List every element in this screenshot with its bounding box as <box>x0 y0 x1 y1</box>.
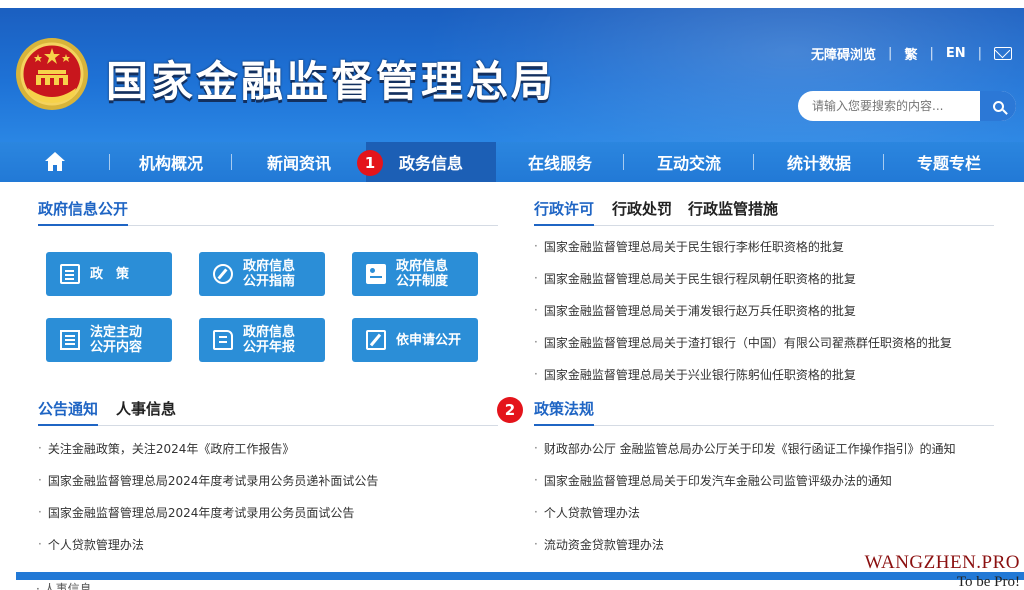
bottom-peek-text: · 人事信息 <box>36 582 92 590</box>
tab-announcements[interactable]: 公告通知 <box>38 398 99 426</box>
nav-item-label: 机构概况 <box>138 154 203 173</box>
book-icon <box>213 330 233 350</box>
tile-label: 法定主动 公开内容 <box>90 325 143 355</box>
list-item-text: 国家金融监督管理总局关于兴业银行陈躬仙任职资格的批复 <box>543 367 856 382</box>
tile-label: 政府信息 公开指南 <box>243 259 296 289</box>
list-item-text: 财政部办公厅 金融监管总局办公厅关于印发《银行函证工作操作指引》的通知 <box>543 441 956 456</box>
search-icon <box>992 100 1004 112</box>
nav-item-news[interactable]: 新闻资讯 <box>232 142 366 182</box>
home-icon <box>44 152 66 172</box>
list-item[interactable]: · 财政部办公厅 金融监管总局办公厅关于印发《银行函证工作操作指引》的通知 <box>534 432 994 464</box>
tile-label: 依申请公开 <box>396 332 462 348</box>
nav-item-institution[interactable]: 机构概况 <box>110 142 232 182</box>
tile-label: 政府信息 公开制度 <box>396 259 449 289</box>
tile-disclosure-system[interactable]: 政府信息 公开制度 <box>352 252 478 296</box>
policy-section: 政策法规 · 财政部办公厅 金融监管总局办公厅关于印发《银行函证工作操作指引》的通… <box>534 398 994 560</box>
notice-section: 公告通知 人事信息 · 关注金融政策，关注2024年《政府工作报告》 · 国家金融监… <box>38 398 498 560</box>
list-item[interactable]: · 关注金融政策，关注2024年《政府工作报告》 <box>38 432 498 464</box>
list-item-text: 个人贷款管理办法 <box>47 537 144 552</box>
traditional-chinese-link[interactable]: 繁 <box>904 44 917 63</box>
annotation-marker-2: 2 <box>497 397 523 423</box>
list-icon <box>60 330 80 350</box>
list-item[interactable]: · 国家金融监督管理总局关于渣打银行（中国）有限公司翟燕群任职资格的批复 <box>534 326 994 358</box>
admin-section: 行政许可 行政处罚 行政监管措施 · 国家金融监督管理总局关于民生银行李彬任职资格… <box>534 198 994 390</box>
search-button[interactable] <box>980 91 1016 121</box>
list-item-text: 国家金融监督管理总局关于民生银行李彬任职资格的批复 <box>543 239 844 254</box>
list-item-text: 流动资金贷款管理办法 <box>543 537 664 552</box>
tab-admin-license[interactable]: 行政许可 <box>534 198 595 226</box>
separator: | <box>888 46 893 61</box>
tab-personnel-info[interactable]: 人事信息 <box>116 398 176 425</box>
list-item-text: 关注金融政策，关注2024年《政府工作报告》 <box>47 441 295 456</box>
watermark-tagline: To be Pro! <box>956 574 1020 590</box>
list-item[interactable]: · 个人贷款管理办法 <box>534 496 994 528</box>
nav-item-label: 专题专栏 <box>916 154 981 173</box>
list-item[interactable]: · 国家金融监督管理总局关于浦发银行赵万兵任职资格的批复 <box>534 294 994 326</box>
id-card-icon <box>366 264 386 284</box>
watermark-title: WANGZHEN.PRO <box>864 552 1020 573</box>
nav-item-label: 互动交流 <box>656 154 721 173</box>
list-item[interactable]: · 国家金融监督管理总局关于印发汽车金融公司监管评级办法的通知 <box>534 464 994 496</box>
admin-list: · 国家金融监督管理总局关于民生银行李彬任职资格的批复 · 国家金融监督管理总局关于… <box>534 230 994 390</box>
tile-annual-report[interactable]: 政府信息 公开年报 <box>199 318 325 362</box>
tile-disclosure-guide[interactable]: 政府信息 公开指南 <box>199 252 325 296</box>
list-item[interactable]: · 国家金融监督管理总局2024年度考试录用公务员面试公告 <box>38 496 498 528</box>
tab-admin-measures[interactable]: 行政监管措施 <box>688 198 778 225</box>
list-item-text: 国家金融监督管理总局2024年度考试录用公务员面试公告 <box>47 505 355 520</box>
nav-item-label: 统计数据 <box>786 154 851 173</box>
site-title: 国家金融监督管理总局 <box>106 57 557 106</box>
nav-item-label: 新闻资讯 <box>266 154 331 173</box>
list-item[interactable]: · 个人贷款管理办法 <box>38 528 498 560</box>
english-link[interactable]: EN <box>946 46 966 61</box>
site-header: 国家金融监督管理总局 无障碍浏览 | 繁 | EN | <box>0 8 1024 142</box>
search-input[interactable] <box>812 99 980 113</box>
list-item[interactable]: · 国家金融监督管理总局关于兴业银行陈躬仙任职资格的批复 <box>534 358 994 390</box>
notice-list: · 关注金融政策，关注2024年《政府工作报告》 · 国家金融监督管理总局2024年… <box>38 432 498 560</box>
mail-icon[interactable] <box>994 47 1012 60</box>
document-icon <box>60 264 80 284</box>
list-item-text: 国家金融监督管理总局关于渣打银行（中国）有限公司翟燕群任职资格的批复 <box>543 335 952 350</box>
nav-item-government-affairs[interactable]: 政务信息 <box>366 142 496 182</box>
tile-statutory-disclosure[interactable]: 法定主动 公开内容 <box>46 318 172 362</box>
tab-gov-info-disclosure[interactable]: 政府信息公开 <box>38 198 129 226</box>
tab-policies-regulations[interactable]: 政策法规 <box>534 398 595 426</box>
separator: | <box>977 46 982 61</box>
nav-item-interaction[interactable]: 互动交流 <box>624 142 754 182</box>
tab-admin-penalty[interactable]: 行政处罚 <box>612 198 672 225</box>
nav-item-label: 在线服务 <box>527 154 592 173</box>
edit-icon <box>366 330 386 350</box>
separator: | <box>929 46 934 61</box>
main-nav: 机构概况 新闻资讯 政务信息 在线服务 互动交流 统计数据 专题专栏 <box>0 142 1024 182</box>
nav-item-online-service[interactable]: 在线服务 <box>496 142 624 182</box>
nav-item-statistics[interactable]: 统计数据 <box>754 142 884 182</box>
annotation-marker-1: 1 <box>357 150 383 176</box>
nav-home[interactable] <box>0 142 110 182</box>
top-links: 无障碍浏览 | 繁 | EN | <box>811 44 1012 63</box>
nav-item-label: 政务信息 <box>398 154 463 173</box>
tile-policy[interactable]: 政 策 <box>46 252 172 296</box>
tile-disclosure-on-request[interactable]: 依申请公开 <box>352 318 478 362</box>
main-content: 政府信息公开 政 策 政府信息 公开指南 政府信息 公开制度 法定主动 公开内容… <box>16 182 1024 575</box>
watermark: WANGZHEN.PRO To be Pro! <box>865 552 1020 590</box>
compass-icon <box>213 264 233 284</box>
gov-info-section: 政府信息公开 <box>38 198 498 226</box>
list-item[interactable]: · 国家金融监督管理总局关于民生银行程凤朝任职资格的批复 <box>534 262 994 294</box>
divider <box>534 425 994 426</box>
tile-label: 政府信息 公开年报 <box>243 325 296 355</box>
search-box <box>798 91 1016 121</box>
list-item-text: 国家金融监督管理总局关于浦发银行赵万兵任职资格的批复 <box>543 303 856 318</box>
divider <box>534 225 994 226</box>
list-item-text: 个人贷款管理办法 <box>543 505 640 520</box>
list-item-text: 国家金融监督管理总局2024年度考试录用公务员递补面试公告 <box>47 473 379 488</box>
list-item[interactable]: · 国家金融监督管理总局关于民生银行李彬任职资格的批复 <box>534 230 994 262</box>
list-item[interactable]: · 国家金融监督管理总局2024年度考试录用公务员递补面试公告 <box>38 464 498 496</box>
accessible-browse-link[interactable]: 无障碍浏览 <box>811 44 876 63</box>
nav-item-special-topics[interactable]: 专题专栏 <box>884 142 1014 182</box>
policy-list: · 财政部办公厅 金融监管总局办公厅关于印发《银行函证工作操作指引》的通知 · 国家… <box>534 432 994 560</box>
tile-label: 政 策 <box>90 266 130 282</box>
national-emblem[interactable] <box>14 36 90 112</box>
list-item-text: 国家金融监督管理总局关于印发汽车金融公司监管评级办法的通知 <box>543 473 892 488</box>
divider <box>38 425 498 426</box>
list-item-text: 国家金融监督管理总局关于民生银行程凤朝任职资格的批复 <box>543 271 856 286</box>
